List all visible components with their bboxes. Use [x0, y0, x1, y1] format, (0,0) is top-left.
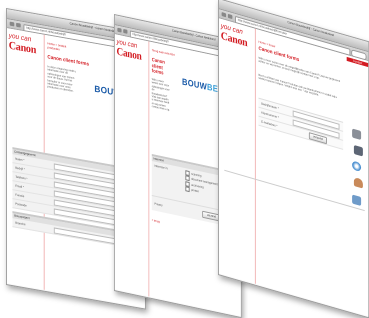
field-label: Email *	[15, 183, 24, 190]
brand: you can Canon	[221, 23, 257, 52]
back-arrow-icon[interactable]	[221, 12, 227, 18]
side-link[interactable]: Terug naar overzicht	[152, 48, 181, 58]
logo-main: BOUW	[182, 76, 207, 92]
scanner-icon	[352, 194, 362, 207]
side-link[interactable]: Home > ontdek producten	[47, 41, 75, 54]
field-label: Postcode	[15, 201, 27, 208]
brand: you can Canon	[117, 39, 151, 65]
field-label: Interesse in:	[154, 163, 169, 171]
checkbox[interactable]	[185, 186, 190, 192]
field-label: Branche	[15, 220, 26, 227]
field-label: Naam *	[15, 156, 25, 163]
person-icon	[353, 176, 363, 189]
divider	[254, 28, 256, 284]
intro-text: Wilt u meer weten over onze oplossingen …	[151, 77, 170, 113]
divider	[148, 41, 150, 297]
options-list: scanning document management archivering…	[185, 170, 218, 198]
field-label: Bedrijf *	[15, 165, 25, 172]
camera-icon	[353, 144, 363, 157]
field-label: E-mailadres *	[261, 119, 278, 129]
client-form: Bedrijfsnaam * Klantnummer * E-mailadres…	[258, 97, 344, 150]
forward-arrow-icon[interactable]	[123, 28, 128, 34]
privacy-label: Privacy	[154, 201, 163, 208]
forward-arrow-icon[interactable]	[227, 13, 233, 20]
bouwbedrijf-logo: BOUWBE	[182, 76, 218, 94]
browser-window-3: Canon Bouwbedrijf - Canon Nederland http…	[218, 0, 369, 318]
page-title: Canon client forms	[151, 57, 165, 77]
footer-divider	[224, 169, 365, 212]
printer-icon	[352, 128, 362, 141]
disc-icon	[352, 160, 362, 173]
back-arrow-icon[interactable]	[9, 21, 15, 27]
field-label: Telefoon *	[15, 174, 28, 181]
intro-text: In deze omgeving vindt u informatie over…	[47, 64, 77, 94]
brand: you can Canon	[9, 32, 46, 57]
page-content: Contact you can Canon Home > bouw Canon …	[218, 18, 369, 317]
back-arrow-icon[interactable]	[117, 27, 122, 33]
forward-arrow-icon[interactable]	[16, 22, 21, 28]
back-link[interactable]: < terug	[152, 218, 160, 224]
option-label: printen	[191, 187, 199, 194]
logo-accent: BE	[206, 81, 219, 95]
field-label: Functie	[15, 192, 25, 199]
